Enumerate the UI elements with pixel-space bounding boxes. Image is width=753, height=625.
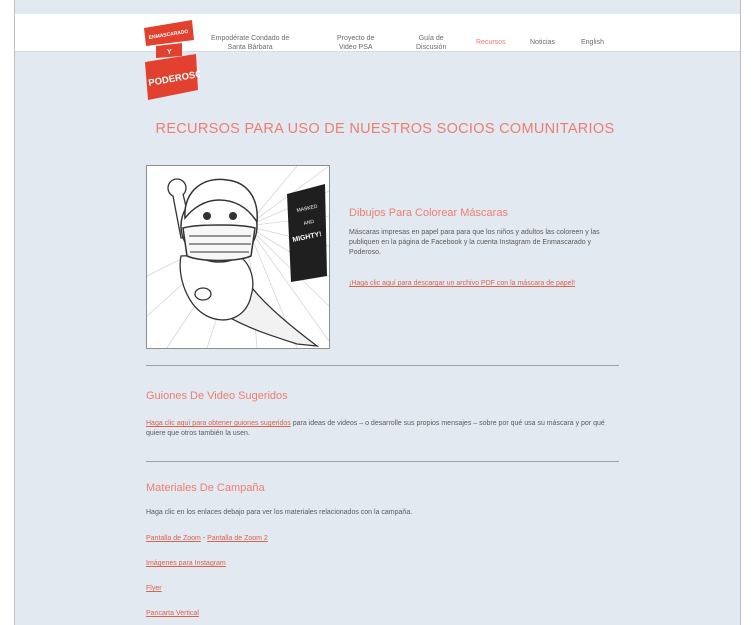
video-scripts-text: Haga clic aquí para obtener guiones suge… bbox=[146, 419, 619, 439]
page-title: RECURSOS PARA USO DE NUESTROS SOCIOS COM… bbox=[155, 121, 615, 137]
nav-item-empoderate[interactable]: Empodérate Condado de Santa Bárbara bbox=[211, 34, 289, 52]
top-nav-bar: Empodérate Condado de Santa Bárbara Proy… bbox=[15, 14, 740, 52]
zoom-links-row: Pantalla de Zoom - Pantalla de Zoom 2 bbox=[146, 535, 268, 542]
nav-item-recursos[interactable]: Recursos bbox=[476, 38, 506, 47]
nav-item-english[interactable]: English bbox=[581, 38, 604, 47]
flyer-link[interactable]: Flyer bbox=[146, 584, 162, 594]
nav-item-video-psa[interactable]: Proyecto de Video PSA bbox=[337, 34, 374, 52]
zoom-screen-link[interactable]: Pantalla de Zoom bbox=[146, 535, 201, 542]
vertical-banner-link[interactable]: Pancarta Vertical bbox=[146, 609, 199, 619]
coloring-pdf-link[interactable]: ¡Haga clic aquí para descargar un archiv… bbox=[349, 279, 619, 289]
page-frame: Empodérate Condado de Santa Bárbara Proy… bbox=[14, 0, 741, 625]
campaign-intro: Haga clic en los enlaces debajo para ver… bbox=[146, 509, 413, 516]
campaign-heading: Materiales De Campaña bbox=[146, 482, 265, 494]
section-divider-2 bbox=[146, 461, 619, 462]
coloring-heading: Dibujos Para Colorear Máscaras bbox=[349, 207, 508, 219]
superhero-coloring-image: MASKED AND MIGHTY! bbox=[146, 165, 330, 349]
nav-item-guia[interactable]: Guía de Discusión bbox=[416, 34, 446, 52]
video-scripts-link[interactable]: Haga clic aquí para obtener guiones suge… bbox=[146, 420, 291, 427]
coloring-description: Máscaras impresas en papel para para que… bbox=[349, 229, 600, 256]
section-divider-1 bbox=[146, 365, 619, 366]
video-scripts-heading: Guiones De Video Sugeridos bbox=[146, 390, 288, 402]
enmascarado-logo[interactable]: ENMASCARADO Y PODEROSO! bbox=[142, 18, 200, 102]
logo-text-line2: Y bbox=[167, 49, 172, 56]
nav-item-noticias[interactable]: Noticias bbox=[530, 38, 555, 47]
zoom-screen-2-link[interactable]: Pantalla de Zoom 2 bbox=[207, 535, 268, 542]
instagram-images-link[interactable]: Imágenes para Instagram bbox=[146, 559, 226, 569]
